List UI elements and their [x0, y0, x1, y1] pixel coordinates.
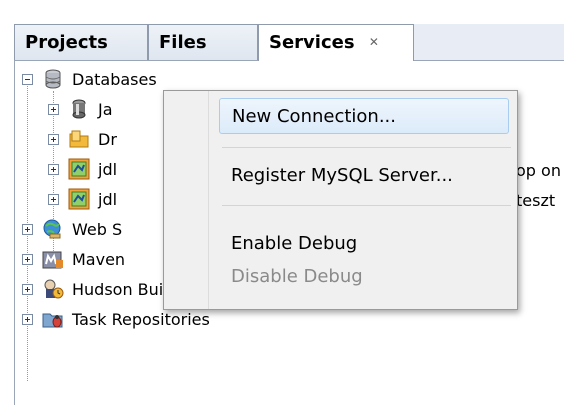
- drivers-folder-icon: [68, 128, 90, 150]
- java-db-icon: [68, 98, 90, 120]
- tree-node-java-db[interactable]: Ja: [48, 95, 113, 123]
- menu-item-label: Disable Debug: [231, 266, 363, 287]
- tab-bar: Projects Files Services ✕: [14, 24, 564, 61]
- tree-node-label: jdl: [98, 159, 118, 179]
- tree-node-drivers[interactable]: Dr: [48, 125, 117, 153]
- menu-item-label: Register MySQL Server...: [231, 165, 453, 186]
- hudson-icon: [42, 278, 64, 300]
- tree-node-maven[interactable]: Maven: [22, 245, 125, 273]
- menu-item-label: New Connection...: [232, 106, 396, 127]
- expand-toggle-icon[interactable]: [48, 104, 59, 115]
- tree-node-label: Maven: [72, 249, 126, 269]
- database-icon: [42, 68, 64, 90]
- tree-node-jdbc-connection-2[interactable]: jdl: [48, 185, 117, 213]
- expand-toggle-icon[interactable]: [22, 314, 33, 325]
- db-connection-icon: [68, 188, 90, 210]
- expand-toggle-icon[interactable]: [22, 284, 33, 295]
- tree-node-label: Dr: [98, 129, 117, 149]
- expand-toggle-icon[interactable]: [22, 254, 33, 265]
- tree-node-label: jdl: [98, 189, 118, 209]
- tab-files-label: Files: [159, 32, 207, 53]
- menu-item-new-connection[interactable]: New Connection...: [219, 98, 509, 134]
- tree-node-label: Task Repositories: [72, 309, 210, 329]
- db-connection-icon: [68, 158, 90, 180]
- tab-files[interactable]: Files: [148, 24, 258, 60]
- tree-node-label: Web S: [72, 219, 123, 239]
- tree-node-label: Ja: [98, 99, 113, 119]
- menu-separator: [222, 205, 511, 206]
- expand-toggle-icon[interactable]: [48, 134, 59, 145]
- partially-hidden-label: op on: [516, 161, 561, 180]
- expand-toggle-icon[interactable]: [48, 194, 59, 205]
- task-repository-icon: [42, 308, 64, 330]
- context-menu: New Connection... Register MySQL Server.…: [163, 90, 518, 310]
- menu-gutter: [164, 91, 209, 309]
- tab-services-label: Services: [269, 32, 355, 53]
- maven-icon: [42, 248, 64, 270]
- web-services-icon: [42, 218, 64, 240]
- expand-toggle-icon[interactable]: [48, 164, 59, 175]
- menu-item-register-mysql-server[interactable]: Register MySQL Server...: [231, 158, 453, 194]
- collapse-toggle-icon[interactable]: [22, 74, 33, 85]
- tree-node-label: Databases: [72, 69, 157, 89]
- close-icon[interactable]: ✕: [369, 35, 379, 49]
- menu-item-disable-debug: Disable Debug: [231, 259, 363, 295]
- menu-item-label: Enable Debug: [231, 233, 358, 254]
- tree-node-databases[interactable]: Databases: [22, 65, 157, 93]
- tab-services[interactable]: Services ✕: [258, 24, 414, 61]
- menu-separator: [222, 147, 511, 148]
- services-window: Projects Files Services ✕ Databases Ja D…: [0, 0, 564, 405]
- tree-node-web-services[interactable]: Web S: [22, 215, 122, 243]
- tree-node-jdbc-connection-1[interactable]: jdl: [48, 155, 117, 183]
- menu-item-enable-debug[interactable]: Enable Debug: [231, 226, 357, 262]
- tab-projects-label: Projects: [25, 32, 108, 53]
- tab-projects[interactable]: Projects: [14, 24, 148, 60]
- partially-hidden-label: teszt: [516, 191, 556, 210]
- expand-toggle-icon[interactable]: [22, 224, 33, 235]
